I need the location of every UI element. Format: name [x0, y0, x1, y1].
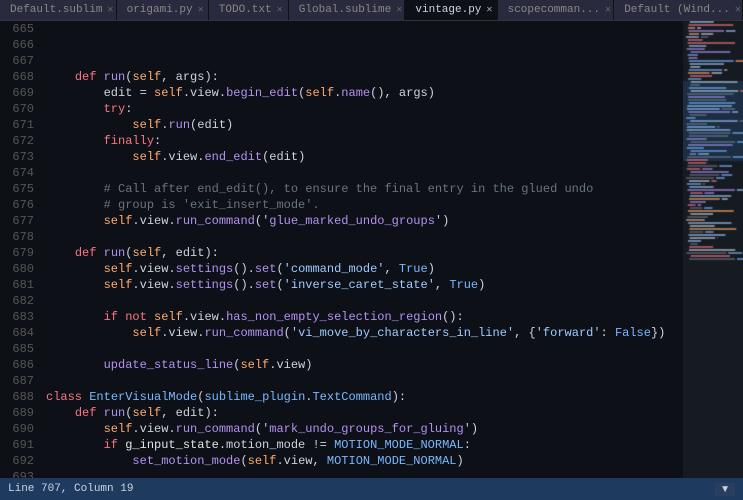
editor-container: 6656666676686696706716726736746756766776…: [0, 21, 743, 478]
line-number: 681: [8, 277, 34, 293]
line-number: 667: [8, 53, 34, 69]
code-line: [46, 229, 683, 245]
line-number: 675: [8, 181, 34, 197]
line-number: 683: [8, 309, 34, 325]
tab-origami[interactable]: origami.py ✕: [117, 0, 209, 20]
code-line: [46, 373, 683, 389]
tab-global-sublime[interactable]: Global.sublime ✕: [289, 0, 406, 20]
tab-vintage[interactable]: vintage.py ✕: [405, 0, 497, 20]
code-line: set_motion_mode(self.view, MOTION_MODE_N…: [46, 453, 683, 469]
minimap-canvas: [683, 21, 743, 478]
cursor-position: Line 707, Column 19: [8, 483, 133, 495]
scroll-down-button[interactable]: ▼: [715, 483, 735, 496]
code-line: # group is 'exit_insert_mode'.: [46, 197, 683, 213]
code-line: def run(self, args):: [46, 69, 683, 85]
code-area[interactable]: def run(self, args): edit = self.view.be…: [42, 21, 683, 478]
tab-close-icon[interactable]: ✕: [486, 4, 492, 16]
code-line: # Call after end_edit(), to ensure the f…: [46, 181, 683, 197]
code-line: if g_input_state.motion_mode != MOTION_M…: [46, 437, 683, 453]
code-line: self.view.run_command('vi_move_by_charac…: [46, 325, 683, 341]
tab-label: TODO.txt: [219, 4, 272, 16]
tab-close-icon[interactable]: ✕: [735, 4, 741, 16]
line-number: 665: [8, 21, 34, 37]
status-right: ▼: [715, 483, 735, 496]
code-line: self.view.run_command('mark_undo_groups_…: [46, 421, 683, 437]
line-number: 680: [8, 261, 34, 277]
code-line: [46, 341, 683, 357]
line-number: 668: [8, 69, 34, 85]
line-number: 666: [8, 37, 34, 53]
tab-todo[interactable]: TODO.txt ✕: [209, 0, 289, 20]
line-numbers: 6656666676686696706716726736746756766776…: [0, 21, 42, 478]
code-line: if not self.view.has_non_empty_selection…: [46, 309, 683, 325]
code-line: self.view.run_command('glue_marked_undo_…: [46, 213, 683, 229]
line-number: 672: [8, 133, 34, 149]
line-number: 688: [8, 389, 34, 405]
line-number: 690: [8, 421, 34, 437]
code-line: [46, 469, 683, 478]
code-line: [46, 53, 683, 69]
code-line: self.run(edit): [46, 117, 683, 133]
tab-label: Default.sublim: [10, 4, 102, 16]
line-number: 691: [8, 437, 34, 453]
tab-close-icon[interactable]: ✕: [198, 4, 204, 16]
code-line: update_status_line(self.view): [46, 357, 683, 373]
line-number: 686: [8, 357, 34, 373]
code-line: edit = self.view.begin_edit(self.name(),…: [46, 85, 683, 101]
code-line: [46, 165, 683, 181]
code-line: [46, 293, 683, 309]
code-line: self.view.settings().set('command_mode',…: [46, 261, 683, 277]
line-number: 673: [8, 149, 34, 165]
tab-scopecommand[interactable]: scopecomman... ✕: [498, 0, 615, 20]
line-number: 679: [8, 245, 34, 261]
code-line: finally:: [46, 133, 683, 149]
status-left: Line 707, Column 19: [8, 483, 133, 495]
tab-close-icon[interactable]: ✕: [107, 4, 113, 16]
line-number: 671: [8, 117, 34, 133]
line-number: 678: [8, 229, 34, 245]
line-number: 684: [8, 325, 34, 341]
tab-bar: Default.sublim ✕ origami.py ✕ TODO.txt ✕…: [0, 0, 743, 21]
tab-close-icon[interactable]: ✕: [396, 4, 402, 16]
line-number: 692: [8, 453, 34, 469]
line-number: 693: [8, 469, 34, 478]
code-line: self.view.end_edit(edit): [46, 149, 683, 165]
tab-label: origami.py: [127, 4, 193, 16]
tab-label: Default (Wind...: [624, 4, 730, 16]
code-line: try:: [46, 101, 683, 117]
tab-close-icon[interactable]: ✕: [277, 4, 283, 16]
line-number: 669: [8, 85, 34, 101]
code-line: def run(self, edit):: [46, 245, 683, 261]
code-line: class EnterVisualMode(sublime_plugin.Tex…: [46, 389, 683, 405]
tab-label: vintage.py: [415, 4, 481, 16]
line-number: 689: [8, 405, 34, 421]
tab-label: scopecomman...: [508, 4, 600, 16]
code-line: def run(self, edit):: [46, 405, 683, 421]
line-number: 674: [8, 165, 34, 181]
line-number: 670: [8, 101, 34, 117]
tab-default-sublime[interactable]: Default.sublim ✕: [0, 0, 117, 20]
tab-label: Global.sublime: [299, 4, 391, 16]
line-number: 687: [8, 373, 34, 389]
tab-default-wind[interactable]: Default (Wind... ✕: [614, 0, 743, 20]
line-number: 682: [8, 293, 34, 309]
tab-close-icon[interactable]: ✕: [605, 4, 611, 16]
status-bar: Line 707, Column 19 ▼: [0, 478, 743, 500]
code-line: self.view.settings().set('inverse_caret_…: [46, 277, 683, 293]
line-number: 676: [8, 197, 34, 213]
minimap[interactable]: [683, 21, 743, 478]
line-number: 677: [8, 213, 34, 229]
line-number: 685: [8, 341, 34, 357]
